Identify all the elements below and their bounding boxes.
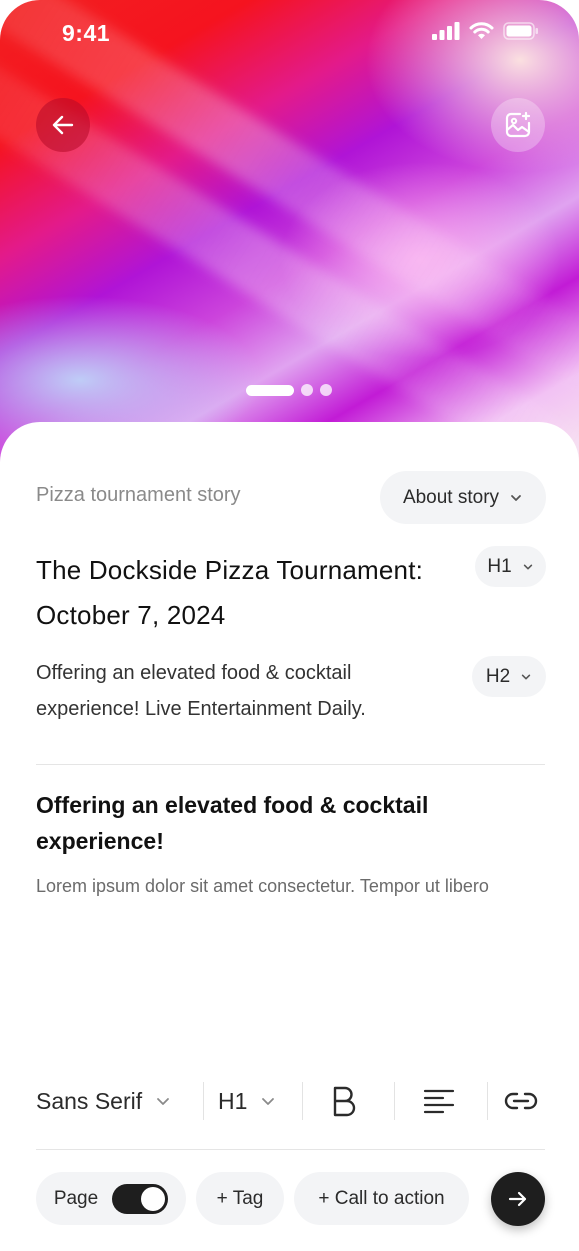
add-image-button[interactable] — [491, 98, 545, 152]
font-family-label: Sans Serif — [36, 1087, 143, 1114]
title-level-label: H1 — [487, 555, 512, 577]
font-family-dropdown[interactable]: Sans Serif — [36, 1076, 172, 1126]
carousel-dot[interactable] — [320, 384, 332, 396]
page-label: Page — [53, 1187, 99, 1209]
image-add-icon — [505, 111, 531, 138]
battery-icon — [503, 22, 538, 40]
divider — [36, 1149, 545, 1150]
carousel-dot-active[interactable] — [246, 384, 294, 396]
page-toggle-chip[interactable]: Page — [36, 1172, 186, 1225]
chevron-down-icon — [523, 564, 532, 569]
carousel-indicator — [246, 384, 332, 396]
heading-level-dropdown[interactable]: H1 — [218, 1076, 277, 1126]
about-story-dropdown[interactable]: About story — [380, 471, 546, 524]
toggle-knob — [141, 1186, 166, 1211]
body-heading[interactable]: Offering an elevated food & cocktail exp… — [36, 787, 506, 859]
subtitle-level-label: H2 — [485, 665, 511, 687]
bold-button[interactable] — [331, 1076, 357, 1126]
heading-level-label: H1 — [218, 1087, 248, 1114]
chevron-down-icon — [157, 1098, 170, 1105]
add-tag-button[interactable]: + Tag — [196, 1172, 284, 1225]
toolbar-separator — [302, 1082, 303, 1120]
subtitle-level-dropdown[interactable]: H2 — [472, 656, 546, 697]
chevron-down-icon — [521, 674, 531, 679]
page-toggle[interactable] — [112, 1183, 169, 1214]
next-button[interactable] — [491, 1172, 545, 1226]
wifi-icon — [469, 22, 494, 39]
hero-image — [0, 0, 579, 470]
bold-icon — [333, 1086, 356, 1117]
story-title[interactable]: The Dockside Pizza Tournament: October 7… — [36, 548, 456, 638]
title-level-dropdown[interactable]: H1 — [475, 546, 546, 587]
toolbar-separator — [203, 1082, 204, 1120]
status-time: 9:41 — [62, 20, 111, 46]
bottom-action-bar: Page + Tag + Call to action — [0, 1172, 579, 1226]
align-left-icon — [423, 1089, 455, 1114]
status-icons — [432, 22, 539, 40]
back-button[interactable] — [36, 98, 90, 152]
story-subtitle[interactable]: Offering an elevated food & cocktail exp… — [36, 655, 456, 727]
link-icon — [504, 1092, 538, 1110]
toolbar-separator — [487, 1082, 488, 1120]
add-call-to-action-button[interactable]: + Call to action — [294, 1172, 469, 1225]
arrow-left-icon — [52, 115, 74, 135]
body-text[interactable]: Lorem ipsum dolor sit amet consectetur. … — [36, 869, 526, 904]
carousel-dot[interactable] — [301, 384, 313, 396]
divider — [36, 764, 545, 765]
cellular-signal-icon — [432, 22, 460, 40]
story-label: Pizza tournament story — [36, 484, 241, 506]
chevron-down-icon — [262, 1098, 275, 1105]
toolbar-separator — [394, 1082, 395, 1120]
status-bar: 9:41 — [0, 0, 579, 66]
add-tag-label: + Tag — [216, 1187, 264, 1209]
align-button[interactable] — [423, 1076, 455, 1126]
call-to-action-label: + Call to action — [318, 1187, 445, 1209]
arrow-right-icon — [508, 1191, 527, 1207]
formatting-toolbar: Sans Serif H1 — [36, 1076, 545, 1126]
chevron-down-icon — [511, 494, 521, 501]
link-button[interactable] — [503, 1076, 539, 1126]
about-story-label: About story — [402, 486, 500, 508]
